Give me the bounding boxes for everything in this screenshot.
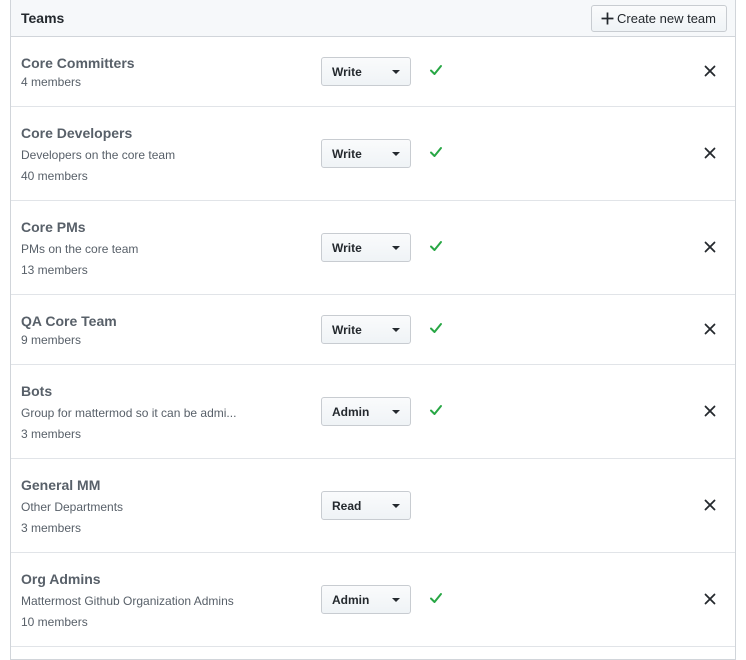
permission-select[interactable]: Read [321,491,411,520]
team-member-count[interactable]: 4 members [21,73,261,91]
team-row: Core PMs PMs on the core team 13 members… [11,201,735,295]
team-description: Developers on the core team [21,148,176,162]
remove-team-button[interactable] [701,590,719,608]
permission-value: Write [332,240,362,255]
team-info: Core Committers 4 members [21,54,261,91]
permission-select[interactable]: Admin [321,585,411,614]
caret-down-icon [392,246,400,250]
team-row: Bots Group for mattermod so it can be ad… [11,365,735,459]
team-row: General MM Other Departments 3 members R… [11,459,735,553]
permission-value: Write [332,64,362,79]
team-member-count[interactable]: 10 members [21,613,261,631]
permission-select[interactable]: Write [321,139,411,168]
permission-value: Admin [332,592,370,607]
permission-select[interactable]: Admin [321,397,411,426]
remove-team-button[interactable] [701,62,719,80]
permission-value: Read [332,498,362,513]
permission-select[interactable]: Write [321,233,411,262]
close-icon [704,405,716,417]
check-icon [430,65,442,75]
check-icon [430,405,442,415]
team-description: Other Departments [21,500,124,514]
team-name-link[interactable]: Core Committers [21,54,261,73]
team-info: Core Developers Developers on the core t… [21,124,261,185]
check-icon [430,593,442,603]
team-info: Org Admins Mattermost Github Organizatio… [21,570,261,631]
team-name-link[interactable]: QA Core Team [21,312,261,331]
close-icon [704,499,716,511]
team-name-link[interactable]: Org Admins [21,570,261,589]
remove-team-button[interactable] [701,496,719,514]
caret-down-icon [392,70,400,74]
permission-value: Admin [332,404,370,419]
team-description: Group for mattermod so it can be admi... [21,406,237,420]
team-member-count[interactable]: 40 members [21,167,261,185]
close-icon [704,323,716,335]
teams-header: Teams Create new team [11,0,735,37]
team-description: PMs on the core team [21,242,139,256]
check-icon [430,323,442,333]
team-member-count[interactable]: 3 members [21,519,261,537]
permission-select[interactable]: Write [321,57,411,86]
team-member-count[interactable]: 9 members [21,331,261,349]
team-row: Core Developers Developers on the core t… [11,107,735,201]
permission-value: Write [332,146,362,161]
team-description: Mattermost Github Organization Admins [21,594,234,608]
team-name-link[interactable]: Core PMs [21,218,261,237]
team-name-link[interactable]: Core Developers [21,124,261,143]
close-icon [704,65,716,77]
team-name-link[interactable]: Bots [21,382,261,401]
permission-value: Write [332,322,362,337]
team-list: Core Committers 4 members Write Core Dev… [11,37,735,647]
plus-icon [601,12,614,24]
check-icon [430,241,442,251]
permission-select[interactable]: Write [321,315,411,344]
remove-team-button[interactable] [701,238,719,256]
teams-panel: Teams Create new team Core Committers 4 … [10,0,736,660]
close-icon [704,593,716,605]
close-icon [704,147,716,159]
team-info: General MM Other Departments 3 members [21,476,261,537]
check-icon [430,147,442,157]
team-row: Core Committers 4 members Write [11,37,735,107]
team-info: QA Core Team 9 members [21,312,261,349]
caret-down-icon [392,598,400,602]
team-info: Core PMs PMs on the core team 13 members [21,218,261,279]
teams-title: Teams [21,10,65,26]
team-row: QA Core Team 9 members Write [11,295,735,365]
caret-down-icon [392,410,400,414]
close-icon [704,241,716,253]
remove-team-button[interactable] [701,402,719,420]
caret-down-icon [392,152,400,156]
team-member-count[interactable]: 13 members [21,261,261,279]
team-member-count[interactable]: 3 members [21,425,261,443]
team-row: Org Admins Mattermost Github Organizatio… [11,553,735,647]
caret-down-icon [392,328,400,332]
create-new-team-button[interactable]: Create new team [591,4,727,32]
create-new-team-label: Create new team [617,10,716,26]
remove-team-button[interactable] [701,144,719,162]
team-info: Bots Group for mattermod so it can be ad… [21,382,261,443]
remove-team-button[interactable] [701,320,719,338]
team-name-link[interactable]: General MM [21,476,261,495]
caret-down-icon [392,504,400,508]
